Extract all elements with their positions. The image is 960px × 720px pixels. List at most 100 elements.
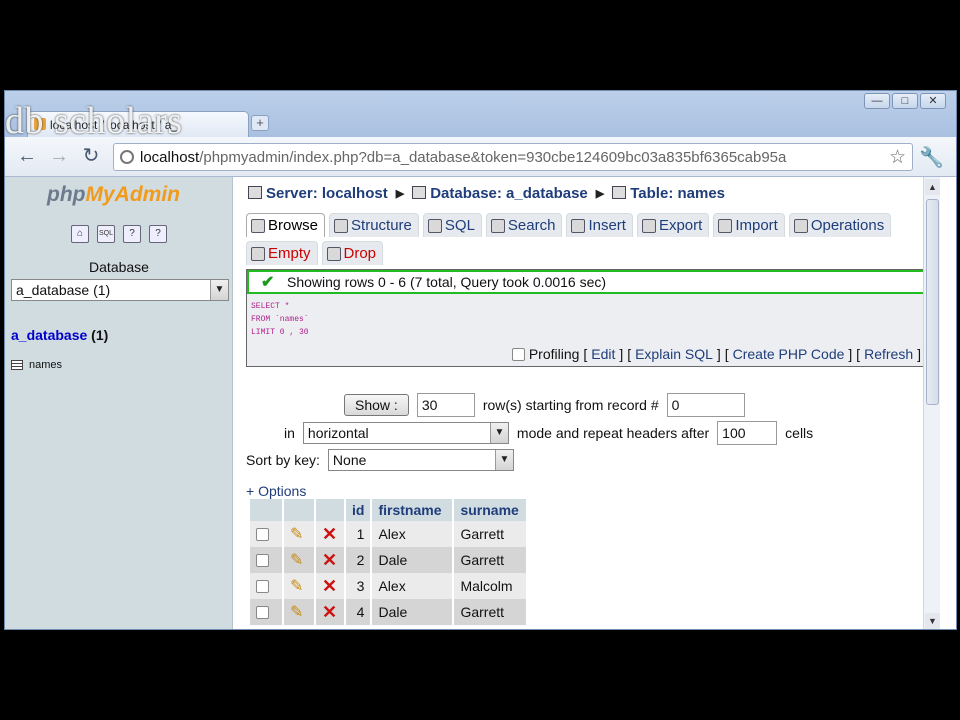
- database-label: Database: [89, 259, 149, 275]
- options-link[interactable]: + Options: [246, 483, 306, 499]
- scroll-up-icon[interactable]: ▲: [925, 179, 940, 195]
- bracket: ] [: [619, 346, 632, 362]
- tab-export-label: Export: [658, 217, 703, 234]
- table-row: ✎ ✕ 3 Alex Malcolm: [250, 573, 527, 599]
- show-button[interactable]: Show :: [344, 394, 409, 416]
- tab-empty[interactable]: Empty: [246, 241, 318, 265]
- pencil-icon[interactable]: ✎: [290, 604, 303, 621]
- sql-icon: [427, 218, 442, 233]
- wrench-icon[interactable]: 🔧: [919, 145, 944, 170]
- browser-toolbar: ← → ↻ localhost/phpmyadmin/index.php?db=…: [5, 137, 956, 177]
- browse-icon: [251, 218, 265, 233]
- rows-label: row(s) starting from record #: [482, 397, 659, 413]
- database-link[interactable]: a_database (1): [11, 327, 108, 343]
- minimize-button[interactable]: —: [864, 93, 890, 109]
- database-select[interactable]: a_database (1) ▼: [11, 279, 229, 301]
- bracket: ]: [917, 346, 921, 362]
- breadcrumb-table[interactable]: Table: names: [612, 185, 725, 202]
- help-icon[interactable]: ?: [149, 225, 167, 243]
- cell-surname: Malcolm: [454, 573, 527, 599]
- display-mode-select[interactable]: horizontal ▼: [302, 422, 509, 444]
- insert-icon: [571, 218, 586, 233]
- sort-key-select[interactable]: None ▼: [327, 449, 514, 471]
- bookmark-star-icon[interactable]: ☆: [889, 146, 906, 169]
- logo-php: php: [47, 183, 86, 206]
- start-record-input[interactable]: 0: [666, 393, 745, 417]
- import-icon: [718, 218, 733, 233]
- home-icon[interactable]: ⌂: [71, 225, 89, 243]
- address-bar[interactable]: localhost/phpmyadmin/index.php?db=a_data…: [113, 143, 913, 171]
- profiling-checkbox[interactable]: [511, 347, 525, 361]
- delete-x-icon[interactable]: ✕: [322, 576, 337, 596]
- pencil-icon[interactable]: ✎: [290, 526, 303, 543]
- cell-id: 2: [346, 547, 371, 573]
- sql-icon[interactable]: SQL: [97, 225, 115, 243]
- cell-id: 3: [346, 573, 371, 599]
- tab-sql[interactable]: SQL: [422, 213, 482, 237]
- row-checkbox[interactable]: [256, 580, 269, 593]
- chevron-down-icon[interactable]: ▼: [489, 423, 508, 443]
- notice-text: Showing rows 0 - 6 (7 total, Query took …: [287, 274, 607, 290]
- url-text: localhost/phpmyadmin/index.php?db=a_data…: [140, 149, 786, 166]
- column-header-surname[interactable]: surname: [454, 499, 527, 521]
- create-php-code-link[interactable]: Create PHP Code: [733, 346, 845, 362]
- tab-search[interactable]: Search: [485, 213, 563, 237]
- reload-button[interactable]: ↻: [79, 145, 103, 169]
- cell-id: 4: [346, 599, 371, 625]
- logo-myadmin: MyAdmin: [85, 183, 180, 206]
- docs-icon[interactable]: ?: [123, 225, 141, 243]
- breadcrumb-database[interactable]: Database: a_database: [412, 185, 588, 202]
- table-link-names[interactable]: names: [11, 359, 62, 371]
- browser-tab[interactable]: localhost / localhost / a_: [27, 111, 249, 137]
- delete-x-icon[interactable]: ✕: [322, 550, 337, 570]
- checkmark-icon: ✔: [261, 274, 275, 291]
- refresh-link[interactable]: Refresh: [864, 346, 913, 362]
- browser-window: db scholars localhost / localhost / a_ +…: [4, 90, 957, 630]
- explain-sql-link[interactable]: Explain SQL: [635, 346, 713, 362]
- row-checkbox[interactable]: [256, 528, 269, 541]
- row-checkbox[interactable]: [256, 554, 269, 567]
- column-header-firstname[interactable]: firstname: [372, 499, 453, 521]
- sql-line: FROM `names`: [251, 315, 309, 324]
- header-spacer: [284, 499, 314, 521]
- edit-link[interactable]: Edit: [591, 346, 615, 362]
- favicon-icon: [34, 118, 46, 130]
- tab-operations[interactable]: Operations: [788, 213, 892, 237]
- delete-x-icon[interactable]: ✕: [322, 602, 337, 622]
- tab-drop[interactable]: Drop: [321, 241, 384, 265]
- vertical-scrollbar[interactable]: ▲ ▼: [923, 177, 940, 629]
- sort-label: Sort by key:: [246, 452, 320, 468]
- tab-import[interactable]: Import: [713, 213, 785, 237]
- breadcrumb-database-label: Database: a_database: [430, 185, 588, 202]
- pencil-icon[interactable]: ✎: [290, 552, 303, 569]
- delete-x-icon[interactable]: ✕: [322, 524, 337, 544]
- back-button[interactable]: ←: [15, 145, 39, 169]
- tab-export[interactable]: Export: [636, 213, 710, 237]
- column-header-id[interactable]: id: [346, 499, 371, 521]
- window-controls: — □ ✕: [864, 93, 946, 109]
- repeat-headers-input[interactable]: 100: [717, 421, 778, 445]
- cell-firstname: Alex: [372, 573, 453, 599]
- tab-browse[interactable]: Browse: [246, 213, 326, 237]
- cell-firstname: Dale: [372, 547, 453, 573]
- close-window-button[interactable]: ✕: [920, 93, 946, 109]
- rows-count-input[interactable]: 30: [416, 393, 475, 417]
- pencil-icon[interactable]: ✎: [290, 578, 303, 595]
- row-checkbox[interactable]: [256, 606, 269, 619]
- sort-row: Sort by key: None ▼: [246, 449, 514, 471]
- breadcrumb-server[interactable]: Server: localhost: [248, 185, 388, 202]
- row-checkbox-cell: [250, 521, 282, 547]
- new-tab-button[interactable]: +: [251, 115, 269, 131]
- breadcrumb-table-label: Table: names: [630, 185, 726, 202]
- phpmyadmin-logo[interactable]: phpMyAdmin: [47, 183, 180, 207]
- bracket: ] [: [716, 346, 729, 362]
- tab-insert[interactable]: Insert: [566, 213, 633, 237]
- scroll-down-icon[interactable]: ▼: [925, 613, 940, 629]
- maximize-button[interactable]: □: [892, 93, 918, 109]
- forward-button[interactable]: →: [47, 145, 71, 169]
- sql-line: SELECT *: [251, 302, 290, 311]
- tab-structure[interactable]: Structure: [329, 213, 419, 237]
- scroll-thumb[interactable]: [926, 199, 939, 405]
- chevron-down-icon[interactable]: ▼: [210, 280, 228, 300]
- chevron-down-icon[interactable]: ▼: [494, 450, 513, 470]
